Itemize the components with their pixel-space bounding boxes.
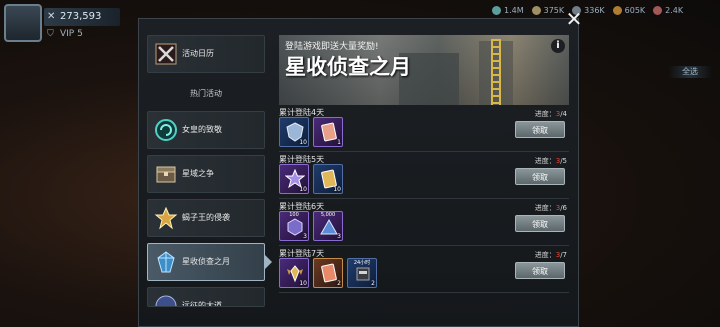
banner-title: 星收侦查之月 (285, 55, 411, 79)
vip-label: VIP 5 (60, 29, 83, 39)
resource-item: 1.4M (492, 4, 524, 16)
reward-row-day5: 累计登陆5天 进度：3/5 10 10 领取 (279, 152, 569, 199)
reward-qty: 2 (337, 280, 341, 287)
resource-item: 2.4K (653, 4, 683, 16)
reward-item[interactable]: 5,000 3 (313, 211, 343, 241)
event-menu: 活动日历 热门活动 女皇的致敬 星域之争 蝎子王的侵袭 星收侦查之月 远征的大道 (147, 35, 272, 307)
menu-item-star-domain[interactable]: 星域之争 (147, 155, 265, 193)
resource-3-value: 336K (584, 5, 605, 15)
reward-items: 10 1 (279, 117, 347, 147)
orange-card-icon (321, 263, 337, 283)
reward-item[interactable]: 2 (313, 258, 343, 288)
triangle-crate-icon (320, 218, 338, 235)
reward-item[interactable]: 10 (279, 117, 309, 147)
vip-display[interactable]: ⛉ VIP 5 (44, 28, 120, 40)
reward-item[interactable]: 10 (279, 164, 309, 194)
reward-progress: 进度：3/6 (534, 204, 567, 212)
menu-item-label: 活动日历 (182, 49, 214, 58)
menu-item-expedition[interactable]: 远征的大道 (147, 287, 265, 307)
reward-qty: 10 (333, 186, 341, 193)
reward-qty: 10 (299, 139, 307, 146)
gold-medal-icon (154, 206, 178, 230)
globe-emblem-icon (155, 295, 177, 306)
reward-progress: 进度：3/7 (534, 251, 567, 259)
crystal-gem-icon (157, 251, 175, 273)
event-modal: 活动日历 热门活动 女皇的致敬 星域之争 蝎子王的侵袭 星收侦查之月 远征的大道… (138, 18, 579, 327)
resource-5-value: 2.4K (665, 5, 684, 15)
resource-item: 605K (612, 4, 646, 16)
resource-4-value: 605K (624, 5, 646, 15)
info-icon[interactable]: i (551, 39, 565, 53)
reward-row-day4: 累计登陆4天 进度：3/4 10 1 领取 (279, 105, 569, 152)
menu-item-scorpion-king[interactable]: 蝎子王的侵袭 (147, 199, 265, 237)
crossed-swords-icon: ✕ (47, 11, 56, 22)
banner-art (491, 39, 501, 105)
hexagon-crate-icon (287, 218, 303, 236)
power-display: ✕ 273,593 (44, 8, 120, 26)
menu-item-label: 远征的大道 (182, 301, 222, 307)
resource-5-icon (653, 5, 663, 15)
reward-row-day6: 累计登陆6天 进度：3/6 100 3 5,000 3 领取 (279, 199, 569, 246)
menu-item-label: 星收侦查之月 (182, 257, 230, 266)
reward-progress: 进度：3/4 (534, 110, 567, 118)
resource-item: 375K (531, 4, 565, 16)
menu-item-label: 蝎子王的侵袭 (182, 213, 230, 222)
event-content: 登陆游戏即送大量奖励! 星收侦查之月 i 累计登陆4天 进度：3/4 10 1 … (279, 35, 569, 293)
vip-shield-icon: ⛉ (47, 29, 54, 39)
reward-item[interactable]: 24小时 2 (347, 258, 377, 288)
reward-items: 10 2 24小时 2 (279, 258, 381, 288)
claim-button[interactable]: 领取 (515, 168, 565, 185)
resource-1-icon (492, 5, 501, 15)
select-all-label[interactable]: 全选 (668, 66, 712, 78)
reward-qty: 10 (299, 280, 307, 287)
resource-2-value: 375K (543, 5, 565, 15)
resource-4-icon (612, 5, 622, 15)
crown-swirl-icon (155, 119, 177, 141)
reward-item[interactable]: 10 (279, 258, 309, 288)
close-icon[interactable]: ✕ (563, 8, 585, 30)
pink-card-icon (321, 122, 337, 142)
reward-qty: 2 (371, 280, 375, 287)
menu-item-calendar[interactable]: 活动日历 (147, 35, 265, 73)
reward-items: 100 3 5,000 3 (279, 211, 347, 241)
resource-1-value: 1.4M (504, 5, 524, 15)
claim-button[interactable]: 领取 (515, 215, 565, 232)
reward-item[interactable]: 100 3 (279, 211, 309, 241)
claim-button[interactable]: 领取 (515, 121, 565, 138)
menu-item-star-scout-month[interactable]: 星收侦查之月 (147, 243, 272, 281)
reward-qty: 10 (299, 186, 307, 193)
player-avatar[interactable] (4, 4, 42, 42)
reward-progress: 进度：3/5 (534, 157, 567, 165)
reward-qty: 1 (337, 139, 341, 146)
menu-item-label: 女皇的致敬 (182, 125, 222, 134)
resource-2-icon (531, 5, 541, 15)
menu-item-empress-tribute[interactable]: 女皇的致敬 (147, 111, 265, 149)
menu-section-header: 热门活动 (190, 89, 222, 98)
treasure-chest-icon (156, 166, 176, 183)
claim-button[interactable]: 领取 (515, 262, 565, 279)
crossed-swords-icon (155, 43, 177, 65)
reward-qty: 3 (303, 233, 307, 240)
reward-item[interactable]: 1 (313, 117, 343, 147)
power-value: 273,593 (60, 11, 102, 22)
event-banner: 登陆游戏即送大量奖励! 星收侦查之月 i (279, 35, 569, 105)
reward-qty: 3 (337, 233, 341, 240)
reward-items: 10 10 (279, 164, 347, 194)
reward-item[interactable]: 10 (313, 164, 343, 194)
reward-row-day7: 累计登陆7天 进度：3/7 10 2 24小时 2 领取 (279, 246, 569, 293)
menu-item-label: 星域之争 (182, 169, 214, 178)
timer-crate-icon (356, 267, 370, 281)
